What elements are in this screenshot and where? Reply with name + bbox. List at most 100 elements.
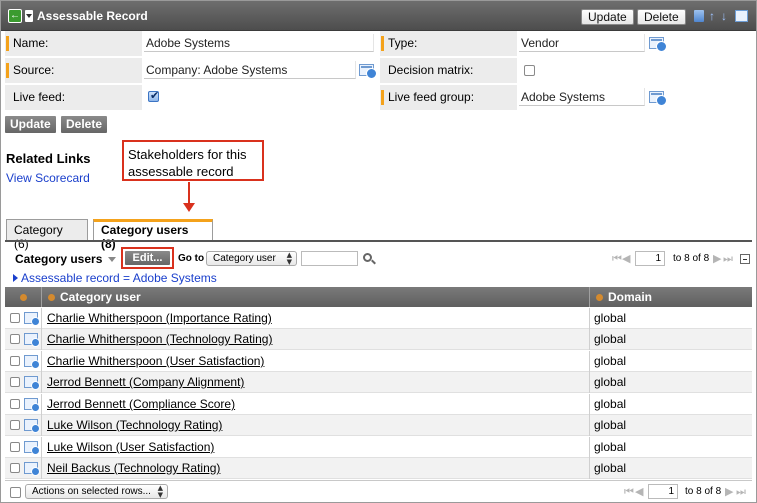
record-info-icon[interactable] — [24, 398, 40, 412]
row-checkbox[interactable] — [10, 442, 20, 452]
collapse-icon[interactable] — [740, 254, 750, 264]
bottom-page-range-text: to 8 of 8 — [685, 486, 722, 497]
source-field[interactable]: Company: Adobe Systems — [144, 61, 356, 79]
domain-cell: global — [594, 354, 627, 368]
filter-breadcrumb[interactable]: Assessable record = Adobe Systems — [13, 271, 217, 285]
page-number-input[interactable]: 1 — [635, 251, 665, 266]
decision-matrix-cell — [517, 58, 752, 83]
column-menu-icon[interactable] — [596, 294, 603, 301]
form-update-button[interactable]: Update — [5, 116, 56, 133]
domain-cell: global — [594, 311, 627, 325]
decision-matrix-checkbox[interactable] — [524, 65, 535, 76]
type-lookup-icon[interactable] — [649, 37, 667, 52]
record-info-icon[interactable] — [24, 312, 40, 326]
tab-category[interactable]: Category (6) — [6, 219, 88, 251]
update-button[interactable]: Update — [581, 9, 634, 25]
row-checkbox[interactable] — [10, 463, 20, 473]
live-feed-group-field[interactable]: Adobe Systems — [519, 88, 645, 106]
table-row: Charlie Whitherspoon (User Satisfaction)… — [5, 351, 752, 372]
actions-select[interactable]: Actions on selected rows... ▲ ▼ — [25, 484, 168, 499]
goto-input[interactable] — [301, 251, 358, 266]
view-scorecard-link[interactable]: View Scorecard — [6, 171, 90, 185]
row-checkbox[interactable] — [10, 420, 20, 430]
next-page-icon[interactable]: ▶ — [725, 485, 733, 498]
column-header-domain[interactable]: Domain — [589, 287, 752, 307]
tab-category-users[interactable]: Category users (8) — [93, 219, 213, 251]
type-value-cell: Vendor — [517, 31, 752, 56]
next-page-icon[interactable]: ▶ — [713, 252, 721, 265]
required-marker — [6, 63, 9, 78]
record-info-icon[interactable] — [24, 376, 40, 390]
form-row-name: Name: Adobe Systems Type: Vendor — [5, 31, 752, 56]
last-page-icon[interactable]: ⏭ — [736, 485, 746, 499]
table-row: Charlie Whitherspoon (Importance Rating)… — [5, 308, 752, 329]
record-info-icon[interactable] — [24, 333, 40, 347]
attachment-icon[interactable] — [694, 10, 704, 22]
category-user-link[interactable]: Jerrod Bennett (Company Alignment) — [47, 375, 244, 389]
last-page-icon[interactable]: ⏭ — [723, 252, 733, 266]
bottom-page-number-input[interactable]: 1 — [648, 484, 678, 499]
record-info-icon[interactable] — [24, 355, 40, 369]
callout-arrow — [188, 182, 190, 205]
name-field[interactable]: Adobe Systems — [144, 34, 374, 52]
live-feed-group-cell: Adobe Systems — [517, 85, 752, 110]
category-user-link[interactable]: Luke Wilson (User Satisfaction) — [47, 440, 214, 454]
category-user-link[interactable]: Luke Wilson (Technology Rating) — [47, 418, 222, 432]
category-user-link[interactable]: Neil Backus (Technology Rating) — [47, 461, 220, 475]
delete-button[interactable]: Delete — [637, 9, 686, 25]
row-checkbox[interactable] — [10, 356, 20, 366]
prev-page-icon[interactable]: ◀ — [622, 252, 630, 265]
live-feed-group-label: Live feed group: — [380, 85, 517, 110]
row-checkbox[interactable] — [10, 399, 20, 409]
category-user-link[interactable]: Charlie Whitherspoon (User Satisfaction) — [47, 354, 264, 368]
type-label: Type: — [380, 31, 517, 56]
search-icon[interactable] — [363, 253, 372, 262]
row-checkbox[interactable] — [10, 313, 20, 323]
live-feed-group-lookup-icon[interactable] — [649, 91, 667, 106]
goto-field-select[interactable]: Category user ▲ ▼ — [206, 251, 297, 266]
filter-expand-icon[interactable] — [13, 274, 18, 282]
type-field[interactable]: Vendor — [519, 34, 645, 52]
source-label: Source: — [5, 58, 142, 83]
form-delete-button[interactable]: Delete — [61, 116, 108, 133]
record-info-icon[interactable] — [24, 419, 40, 433]
category-user-link[interactable]: Jerrod Bennett (Compliance Score) — [47, 397, 235, 411]
live-feed-checkbox[interactable] — [148, 89, 159, 102]
next-record-icon[interactable]: ↓ — [721, 10, 731, 22]
column-header-category-user[interactable]: Category user — [41, 287, 589, 307]
stakeholders-callout: Stakeholders for this assessable record — [122, 140, 264, 181]
name-value-cell: Adobe Systems — [142, 31, 380, 56]
live-feed-label: Live feed: — [5, 85, 142, 110]
category-user-link[interactable]: Charlie Whitherspoon (Technology Rating) — [47, 332, 272, 346]
list-menu-caret-icon[interactable] — [108, 257, 116, 262]
prev-page-icon[interactable]: ◀ — [635, 485, 643, 498]
row-actions-header[interactable] — [5, 287, 41, 307]
required-marker — [6, 36, 9, 51]
context-menu-icon[interactable] — [25, 10, 33, 22]
source-lookup-icon[interactable] — [359, 64, 377, 79]
select-all-checkbox[interactable] — [10, 487, 21, 498]
live-feed-cell — [142, 85, 380, 110]
first-page-icon[interactable]: ⏮ — [624, 485, 634, 499]
record-info-icon[interactable] — [24, 441, 40, 455]
page-range-text: to 8 of 8 — [673, 253, 710, 264]
domain-cell: global — [594, 397, 627, 411]
record-info-icon[interactable] — [24, 462, 40, 476]
category-user-link[interactable]: Charlie Whitherspoon (Importance Rating) — [47, 311, 272, 325]
column-menu-icon[interactable] — [48, 294, 55, 301]
row-checkbox[interactable] — [10, 377, 20, 387]
window-icon[interactable] — [735, 10, 748, 22]
domain-cell: global — [594, 440, 627, 454]
form-row-live-feed: Live feed: Live feed group: Adobe System… — [5, 85, 752, 110]
domain-cell: global — [594, 461, 627, 475]
table-row: Jerrod Bennett (Company Alignment) globa… — [5, 372, 752, 393]
list-title[interactable]: Category users — [15, 252, 102, 266]
related-links-heading: Related Links — [6, 151, 91, 166]
edit-button[interactable]: Edit... — [125, 251, 170, 265]
row-checkbox[interactable] — [10, 334, 20, 344]
decision-matrix-label: Decision matrix: — [380, 58, 517, 83]
column-menu-icon[interactable] — [19, 294, 27, 301]
first-page-icon[interactable]: ⏮ — [612, 252, 622, 266]
back-icon[interactable]: ← — [8, 9, 22, 23]
previous-record-icon[interactable]: ↑ — [709, 10, 719, 22]
